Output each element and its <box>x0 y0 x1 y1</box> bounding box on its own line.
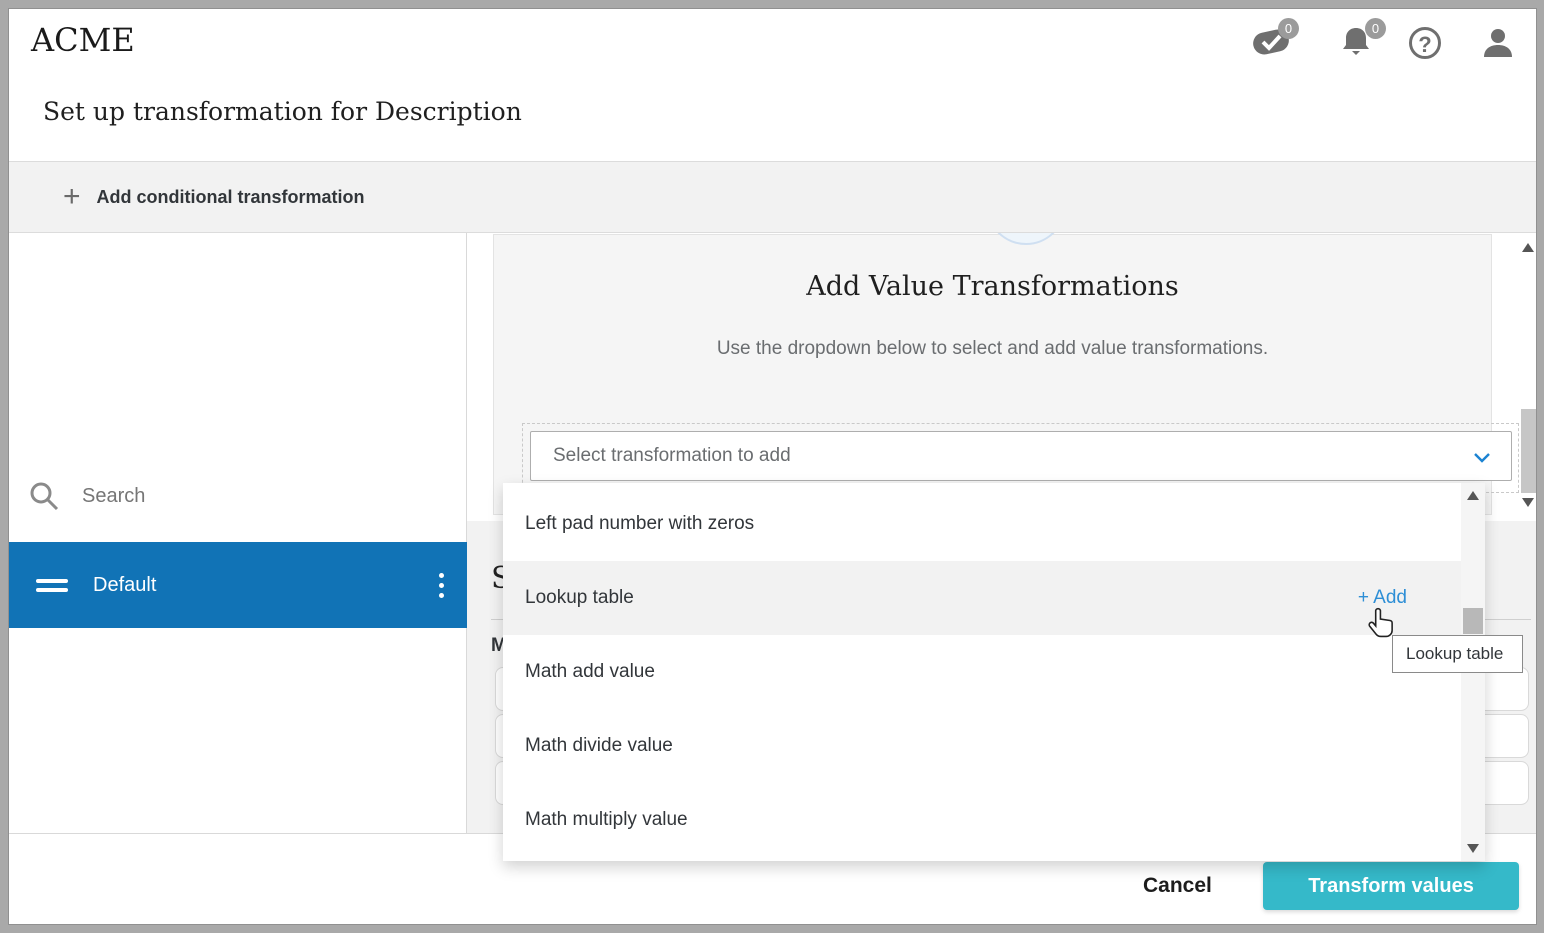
mouse-cursor-icon <box>1367 607 1397 648</box>
sidebar-item-label: Default <box>93 574 156 597</box>
plus-icon: + <box>63 182 81 212</box>
notifications-badge: 0 <box>1365 18 1386 39</box>
panel-title: Add Value Transformations <box>494 271 1491 302</box>
notifications-icon[interactable]: 0 <box>1336 23 1380 67</box>
conditional-toolbar: + Add conditional transformation <box>9 161 1537 233</box>
add-lookup-table-link[interactable]: + Add <box>1358 587 1407 609</box>
add-conditional-transformation-button[interactable]: + Add conditional transformation <box>63 162 365 232</box>
scroll-up-arrow-icon[interactable] <box>1467 491 1479 500</box>
sidebar-item-default[interactable]: Default <box>9 542 467 628</box>
option-left-pad[interactable]: Left pad number with zeros <box>503 487 1461 561</box>
app-header: ACME Set up transformation for Descripti… <box>9 9 1537 161</box>
search-row <box>28 471 448 521</box>
option-math-add[interactable]: Math add value <box>503 635 1461 709</box>
select-placeholder: Select transformation to add <box>553 445 791 467</box>
drag-handle-icon[interactable] <box>36 574 68 597</box>
transformation-dropdown-list: Left pad number with zeros Lookup table … <box>503 483 1485 861</box>
transformation-select[interactable]: Select transformation to add <box>530 431 1512 481</box>
app-window: ACME Set up transformation for Descripti… <box>8 8 1537 925</box>
approvals-badge: 0 <box>1278 18 1299 39</box>
scroll-down-arrow-icon[interactable] <box>1467 844 1479 853</box>
transform-values-button[interactable]: Transform values <box>1263 862 1519 910</box>
panel-description: Use the dropdown below to select and add… <box>494 338 1491 360</box>
content-top-pane: Add Value Transformations Use the dropdo… <box>467 233 1519 521</box>
scrollbar-thumb[interactable] <box>1521 409 1536 493</box>
add-conditional-label: Add conditional transformation <box>97 187 365 208</box>
option-math-divide[interactable]: Math divide value <box>503 709 1461 783</box>
pane-scrollbar[interactable] <box>1519 237 1537 513</box>
brand-logo: ACME <box>31 21 135 59</box>
scroll-up-arrow-icon[interactable] <box>1522 243 1534 252</box>
profile-icon[interactable] <box>1478 23 1522 67</box>
sidebar: Default <box>9 233 467 833</box>
search-input[interactable] <box>82 485 412 508</box>
add-value-transformations-card: Add Value Transformations Use the dropdo… <box>493 234 1492 515</box>
help-icon[interactable]: ? <box>1409 27 1453 71</box>
question-mark-icon: ? <box>1409 27 1441 59</box>
chevron-down-icon <box>1473 452 1491 463</box>
scroll-down-arrow-icon[interactable] <box>1522 498 1534 507</box>
option-lookup-table[interactable]: Lookup table + Add <box>503 561 1485 635</box>
option-math-multiply[interactable]: Math multiply value <box>503 783 1461 857</box>
approvals-icon[interactable]: 0 <box>1249 23 1293 67</box>
page-title: Set up transformation for Description <box>43 97 522 126</box>
tooltip: Lookup table <box>1392 635 1523 673</box>
kebab-menu-icon[interactable] <box>429 565 453 605</box>
cancel-button[interactable]: Cancel <box>1119 862 1236 910</box>
scrollbar-thumb[interactable] <box>1463 608 1483 634</box>
clipped-circle-icon <box>986 233 1066 245</box>
search-icon <box>28 480 60 512</box>
person-icon <box>1478 23 1518 63</box>
